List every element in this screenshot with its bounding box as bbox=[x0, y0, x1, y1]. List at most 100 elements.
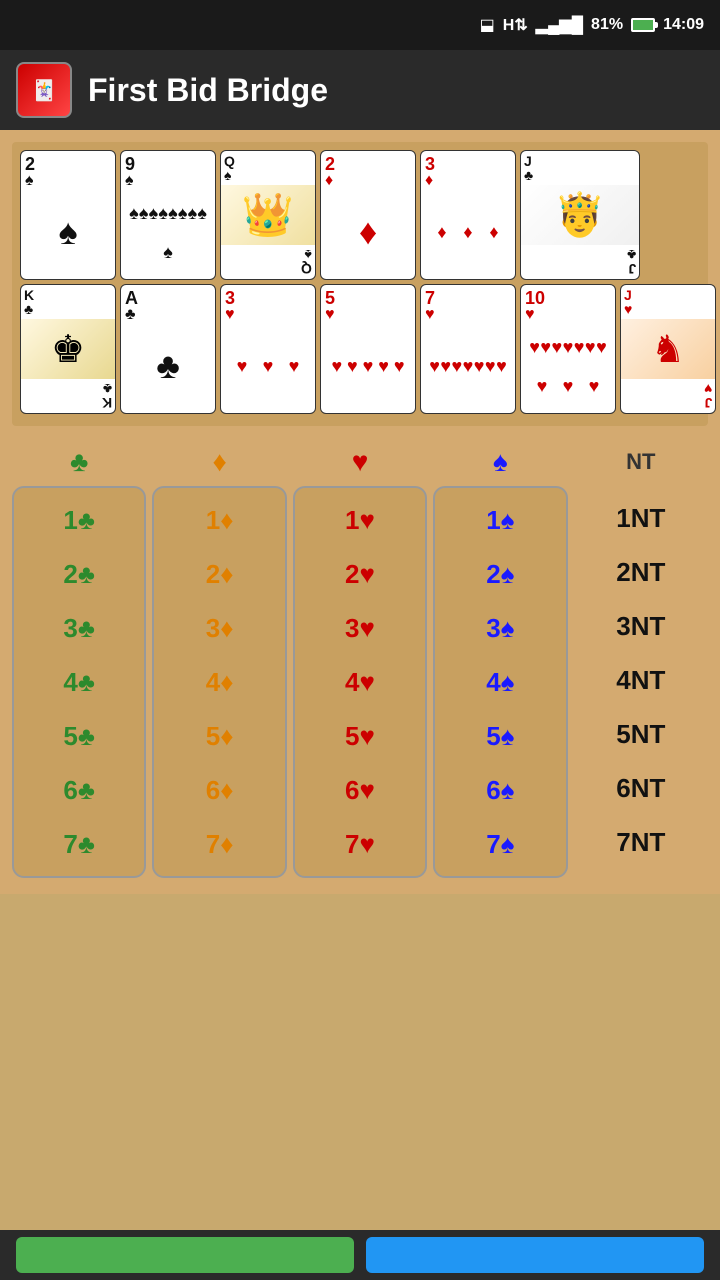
card-suit-top: ♣ bbox=[125, 307, 211, 323]
hearts-column: ♥ 1♥ 2♥ 3♥ 4♥ 5♥ 6♥ 7♥ bbox=[293, 442, 427, 878]
card-3-diamonds[interactable]: 3 ♦ ♦♦♦ bbox=[420, 150, 516, 280]
diamonds-column: ♦ 1♦ 2♦ 3♦ 4♦ 5♦ 6♦ 7♦ bbox=[152, 442, 286, 878]
bid-5clubs[interactable]: 5♣ bbox=[21, 710, 138, 762]
card-face-rank: Q♠ bbox=[221, 151, 315, 185]
card-j-hearts[interactable]: J♥ ♞ J♥ bbox=[620, 284, 716, 414]
app-title: First Bid Bridge bbox=[88, 72, 328, 109]
bid-6diamonds[interactable]: 6♦ bbox=[161, 764, 278, 816]
bid-4spades[interactable]: 4♠ bbox=[442, 656, 559, 708]
bid-2hearts[interactable]: 2♥ bbox=[301, 548, 418, 600]
clubs-header: ♣ bbox=[70, 442, 88, 482]
card-suit-top: ♥ bbox=[525, 307, 611, 323]
bid-2clubs[interactable]: 2♣ bbox=[21, 548, 138, 600]
card-rank-top: 9 bbox=[125, 155, 211, 173]
spades-header: ♠ bbox=[493, 442, 508, 482]
hearts-column-inner: 1♥ 2♥ 3♥ 4♥ 5♥ 6♥ 7♥ bbox=[293, 486, 427, 878]
bid-4hearts[interactable]: 4♥ bbox=[301, 656, 418, 708]
card-suit-top: ♥ bbox=[225, 307, 311, 323]
card-7-hearts[interactable]: 7 ♥ ♥♥♥ ♥♥♥ ♥ bbox=[420, 284, 516, 414]
card-q-spades[interactable]: Q♠ 👑 Q♠ bbox=[220, 150, 316, 280]
bottom-button-right[interactable] bbox=[366, 1237, 704, 1273]
bid-6clubs[interactable]: 6♣ bbox=[21, 764, 138, 816]
card-2-spades[interactable]: 2 ♠ ♠ bbox=[20, 150, 116, 280]
clubs-column: ♣ 1♣ 2♣ 3♣ 4♣ 5♣ 6♣ 7♣ bbox=[12, 442, 146, 878]
bid-4clubs[interactable]: 4♣ bbox=[21, 656, 138, 708]
card-face-rank-bottom: K♣ bbox=[99, 379, 115, 413]
card-face-rank-bottom: J♥ bbox=[701, 379, 715, 413]
bid-7spades[interactable]: 7♠ bbox=[442, 818, 559, 870]
bottom-button-left[interactable] bbox=[16, 1237, 354, 1273]
bid-6spades[interactable]: 6♠ bbox=[442, 764, 559, 816]
bid-5nt[interactable]: 5NT bbox=[580, 708, 701, 760]
signal-text: H⇅ bbox=[503, 15, 528, 35]
bid-1clubs[interactable]: 1♣ bbox=[21, 494, 138, 546]
bid-grid: ♣ 1♣ 2♣ 3♣ 4♣ 5♣ 6♣ 7♣ ♦ 1♦ 2♦ 3♦ 4♦ 5♦ … bbox=[12, 438, 708, 882]
card-suit-top: ♠ bbox=[25, 173, 111, 189]
card-k-clubs[interactable]: K♣ ♚ K♣ bbox=[20, 284, 116, 414]
bid-7hearts[interactable]: 7♥ bbox=[301, 818, 418, 870]
card-pips: ♥♥♥ ♥♥ bbox=[325, 323, 411, 409]
card-face-art: ♚ bbox=[21, 319, 115, 379]
card-rank-top: 5 bbox=[325, 289, 411, 307]
card-face-art: 👑 bbox=[221, 185, 315, 245]
main-content: 2 ♠ ♠ 9 ♠ ♠♠♠ ♠♠♠ ♠♠♠ Q♠ 👑 bbox=[0, 130, 720, 894]
card-suit-top: ♠ bbox=[125, 173, 211, 189]
battery-percent: 81% bbox=[591, 16, 623, 34]
card-3-hearts[interactable]: 3 ♥ ♥♥♥ bbox=[220, 284, 316, 414]
card-2-diamonds[interactable]: 2 ♦ ♦ bbox=[320, 150, 416, 280]
bid-4nt[interactable]: 4NT bbox=[580, 654, 701, 706]
bid-5diamonds[interactable]: 5♦ bbox=[161, 710, 278, 762]
bid-3spades[interactable]: 3♠ bbox=[442, 602, 559, 654]
battery-icon bbox=[631, 18, 655, 32]
card-face-art: 🤴 bbox=[521, 185, 639, 245]
card-face-rank: J♣ bbox=[521, 151, 639, 185]
card-rank-top: 7 bbox=[425, 289, 511, 307]
bid-6nt[interactable]: 6NT bbox=[580, 762, 701, 814]
card-j-clubs[interactable]: J♣ 🤴 J♣ bbox=[520, 150, 640, 280]
app-icon: 🃏 bbox=[16, 62, 72, 118]
bid-4diamonds[interactable]: 4♦ bbox=[161, 656, 278, 708]
bid-2nt[interactable]: 2NT bbox=[580, 546, 701, 598]
card-rank-top: 3 bbox=[425, 155, 511, 173]
bottom-bar bbox=[0, 1230, 720, 1280]
bid-1diamonds[interactable]: 1♦ bbox=[161, 494, 278, 546]
card-pips: ♥♥♥ ♥♥♥ ♥♥♥ ♥ bbox=[525, 323, 611, 409]
clubs-column-inner: 1♣ 2♣ 3♣ 4♣ 5♣ 6♣ 7♣ bbox=[12, 486, 146, 878]
card-rank-top: 10 bbox=[525, 289, 611, 307]
bid-1nt[interactable]: 1NT bbox=[580, 492, 701, 544]
card-rank-top: 3 bbox=[225, 289, 311, 307]
spades-column: ♠ 1♠ 2♠ 3♠ 4♠ 5♠ 6♠ 7♠ bbox=[433, 442, 567, 878]
hearts-header: ♥ bbox=[352, 442, 369, 482]
bid-6hearts[interactable]: 6♥ bbox=[301, 764, 418, 816]
signal-bars: ▂▄▆█ bbox=[536, 15, 583, 35]
card-suit-top: ♥ bbox=[425, 307, 511, 323]
card-face-art: ♞ bbox=[621, 319, 715, 379]
bluetooth-icon: ⬓ bbox=[480, 15, 495, 35]
card-pips: ♥♥♥ bbox=[225, 323, 311, 409]
bid-3nt[interactable]: 3NT bbox=[580, 600, 701, 652]
card-face-rank: J♥ bbox=[621, 285, 715, 319]
card-9-spades[interactable]: 9 ♠ ♠♠♠ ♠♠♠ ♠♠♠ bbox=[120, 150, 216, 280]
card-10-hearts[interactable]: 10 ♥ ♥♥♥ ♥♥♥ ♥♥♥ ♥ bbox=[520, 284, 616, 414]
bid-7clubs[interactable]: 7♣ bbox=[21, 818, 138, 870]
bid-2diamonds[interactable]: 2♦ bbox=[161, 548, 278, 600]
card-pips: ♠♠♠ ♠♠♠ ♠♠♠ bbox=[125, 189, 211, 275]
bid-7nt[interactable]: 7NT bbox=[580, 816, 701, 868]
bid-3clubs[interactable]: 3♣ bbox=[21, 602, 138, 654]
bid-3diamonds[interactable]: 3♦ bbox=[161, 602, 278, 654]
bid-2spades[interactable]: 2♠ bbox=[442, 548, 559, 600]
bid-3hearts[interactable]: 3♥ bbox=[301, 602, 418, 654]
bid-1hearts[interactable]: 1♥ bbox=[301, 494, 418, 546]
bid-1spades[interactable]: 1♠ bbox=[442, 494, 559, 546]
bid-5spades[interactable]: 5♠ bbox=[442, 710, 559, 762]
nt-header: NT bbox=[626, 442, 655, 482]
diamonds-column-inner: 1♦ 2♦ 3♦ 4♦ 5♦ 6♦ 7♦ bbox=[152, 486, 286, 878]
card-face-rank-bottom: Q♠ bbox=[298, 245, 315, 279]
card-a-clubs[interactable]: A ♣ ♣ bbox=[120, 284, 216, 414]
card-5-hearts[interactable]: 5 ♥ ♥♥♥ ♥♥ bbox=[320, 284, 416, 414]
card-pips: ♥♥♥ ♥♥♥ ♥ bbox=[425, 323, 511, 409]
bid-5hearts[interactable]: 5♥ bbox=[301, 710, 418, 762]
bid-7diamonds[interactable]: 7♦ bbox=[161, 818, 278, 870]
card-center-pip: ♣ bbox=[125, 323, 211, 409]
card-rank-top: 2 bbox=[325, 155, 411, 173]
